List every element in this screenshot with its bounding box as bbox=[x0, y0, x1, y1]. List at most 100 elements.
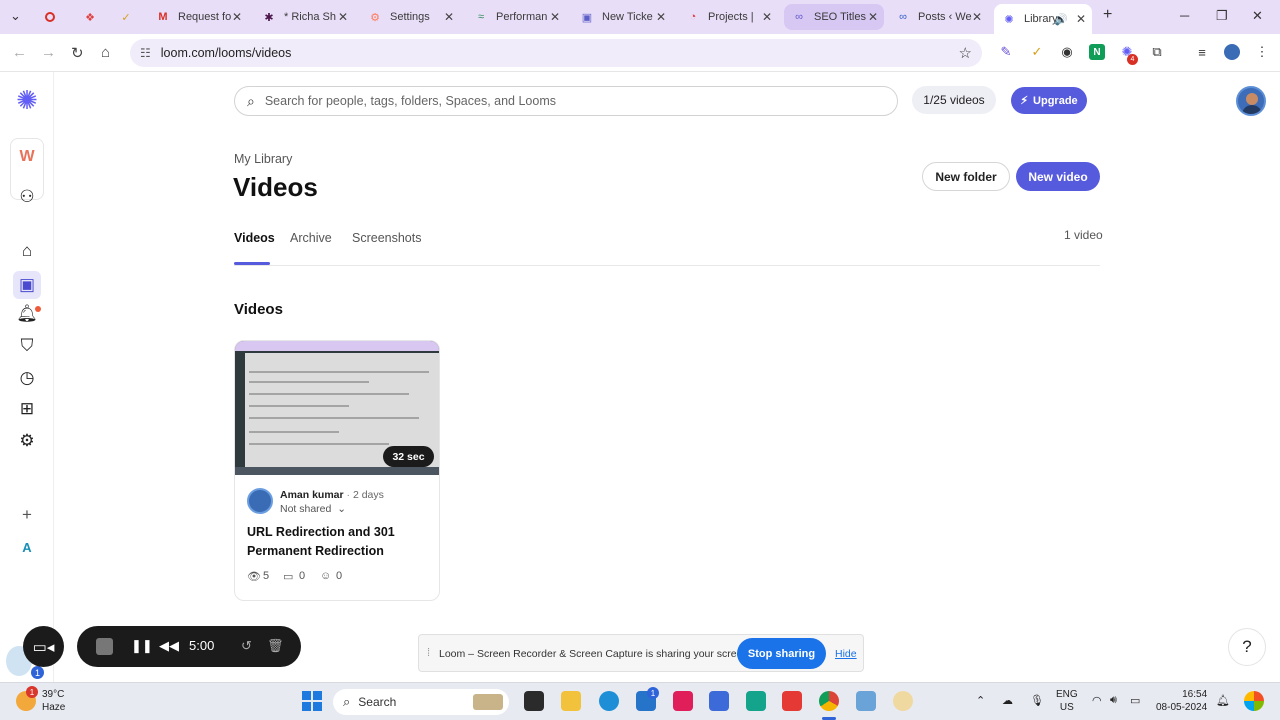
author-name[interactable]: Aman kumar bbox=[280, 489, 344, 501]
copilot-icon[interactable] bbox=[1244, 691, 1264, 711]
anydesk-icon[interactable] bbox=[782, 691, 802, 711]
camera-toggle-button[interactable]: ▭◂ bbox=[23, 626, 64, 667]
bookmark-icon[interactable]: ⛉ bbox=[15, 334, 39, 358]
pen-extension-icon[interactable]: ✎ bbox=[998, 44, 1014, 60]
start-windows-icon[interactable] bbox=[302, 691, 322, 711]
home-icon[interactable]: ⌂ bbox=[101, 44, 110, 61]
reading-list-icon[interactable]: ≡ bbox=[1194, 44, 1210, 60]
profile-avatar-icon[interactable] bbox=[1224, 44, 1240, 60]
close-icon[interactable]: ✕ bbox=[232, 10, 242, 24]
tab-seo-titles[interactable]: ∞ SEO Titles ✕ bbox=[784, 4, 884, 30]
notepad-icon[interactable] bbox=[709, 691, 729, 711]
forward-icon[interactable]: → bbox=[41, 44, 56, 61]
close-icon[interactable]: ✕ bbox=[338, 10, 348, 24]
onedrive-icon[interactable]: ☁ bbox=[1002, 694, 1013, 707]
stop-recording-button[interactable] bbox=[96, 638, 113, 655]
weather-widget[interactable]: 39°C Haze bbox=[42, 688, 65, 714]
speaker-icon[interactable]: 🔊 bbox=[1054, 13, 1068, 26]
settings-gear-icon[interactable]: ⚙ bbox=[15, 429, 39, 453]
timer-app-icon[interactable] bbox=[893, 691, 913, 711]
restore-icon[interactable]: ❐ bbox=[1216, 8, 1228, 24]
breadcrumb[interactable]: My Library bbox=[234, 152, 292, 166]
tab-pinned-2[interactable]: ❖ bbox=[76, 4, 104, 30]
help-button[interactable]: ? bbox=[1228, 628, 1266, 666]
tab-pinned-3[interactable]: ✓ bbox=[112, 4, 140, 30]
library-icon[interactable]: ▣ bbox=[13, 271, 41, 299]
members-icon[interactable]: ⚇ bbox=[15, 185, 39, 209]
pause-icon[interactable]: ❚❚ bbox=[131, 638, 153, 654]
close-icon[interactable]: ✕ bbox=[550, 10, 560, 24]
gift-icon[interactable]: ⊞ bbox=[15, 397, 39, 421]
tab-videos[interactable]: Videos bbox=[234, 231, 275, 245]
tab-archive[interactable]: Archive bbox=[290, 231, 332, 245]
home-icon[interactable]: ⌂ bbox=[15, 239, 39, 263]
sigma-app-icon[interactable] bbox=[746, 691, 766, 711]
history-clock-icon[interactable]: ◷ bbox=[15, 366, 39, 390]
volume-icon[interactable]: 🔊︎ bbox=[1110, 694, 1117, 707]
back-icon[interactable]: ← bbox=[12, 44, 27, 61]
tray-chevron-icon[interactable]: ⌃ bbox=[976, 694, 985, 707]
video-card[interactable] bbox=[234, 340, 440, 601]
search-input[interactable]: ⌕ Search for people, tags, folders, Spac… bbox=[234, 86, 898, 116]
site-info-icon[interactable]: ☷ bbox=[140, 46, 151, 60]
tab-screenshots[interactable]: Screenshots bbox=[352, 231, 421, 245]
menu-kebab-icon[interactable]: ⋮ bbox=[1254, 44, 1270, 60]
chart-app-icon[interactable] bbox=[856, 691, 876, 711]
tab-slack[interactable]: ✱ * Richa Sh ✕ bbox=[254, 4, 354, 30]
edge-icon[interactable] bbox=[599, 691, 619, 711]
system-clock[interactable]: 16:54 08-05-2024 bbox=[1156, 688, 1207, 714]
file-explorer-icon[interactable] bbox=[561, 691, 581, 711]
extensions-puzzle-icon[interactable]: ⧉ bbox=[1149, 44, 1165, 60]
tab-projects[interactable]: ◔ Projects | ✕ bbox=[678, 4, 778, 30]
bookmark-star-icon[interactable]: ☆ bbox=[959, 44, 972, 62]
loom-logo-icon[interactable]: ✺ bbox=[15, 85, 39, 115]
tab-search-icon[interactable]: ⌄ bbox=[10, 8, 21, 24]
video-title[interactable]: URL Redirection and 301 Permanent Redire… bbox=[247, 523, 427, 561]
tab-gmail[interactable]: M Request fo ✕ bbox=[148, 4, 248, 30]
drag-handle-icon[interactable]: ⁞ bbox=[427, 647, 430, 659]
close-icon[interactable]: ✕ bbox=[1076, 12, 1086, 26]
chrome-icon[interactable] bbox=[819, 691, 839, 711]
tab-library[interactable]: ✺ Library 🔊 ✕ bbox=[994, 4, 1092, 34]
close-icon[interactable]: ✕ bbox=[868, 10, 878, 24]
reload-icon[interactable]: ↻ bbox=[71, 44, 84, 62]
window-close-icon[interactable]: ✕ bbox=[1252, 8, 1263, 24]
restart-icon[interactable]: ↺ bbox=[241, 638, 252, 654]
hide-link[interactable]: Hide bbox=[835, 648, 857, 660]
slack-app-icon[interactable] bbox=[673, 691, 693, 711]
new-tab-icon[interactable]: + bbox=[1103, 6, 1112, 24]
tab-pinned-1[interactable] bbox=[36, 4, 64, 30]
rewind-icon[interactable]: ◀◀ bbox=[159, 638, 179, 654]
address-bar[interactable]: ☷ loom.com/looms/videos ☆ bbox=[130, 39, 982, 67]
workspace-avatar[interactable]: W bbox=[15, 145, 39, 169]
close-icon[interactable]: ✕ bbox=[762, 10, 772, 24]
trash-icon[interactable]: 🗑︎ bbox=[267, 638, 284, 654]
check-extension-icon[interactable]: ✓ bbox=[1029, 44, 1045, 60]
language-indicator[interactable]: ENG US bbox=[1056, 688, 1078, 714]
tab-new-ticket[interactable]: ▣ New Ticke ✕ bbox=[572, 4, 672, 30]
new-folder-button[interactable]: New folder bbox=[922, 162, 1010, 191]
workspace-a-avatar[interactable]: A bbox=[15, 535, 39, 559]
capture-extension-icon[interactable]: ◉ bbox=[1059, 44, 1075, 60]
tab-posts[interactable]: ∞ Posts ‹ We ✕ bbox=[888, 4, 988, 30]
sharing-dropdown[interactable]: Not shared ⌄ bbox=[280, 503, 346, 515]
user-avatar[interactable] bbox=[1236, 86, 1266, 116]
new-video-button[interactable]: New video bbox=[1016, 162, 1100, 191]
close-icon[interactable]: ✕ bbox=[656, 10, 666, 24]
wifi-icon[interactable]: ◠ bbox=[1092, 694, 1102, 707]
add-workspace-icon[interactable]: + bbox=[15, 503, 39, 527]
tab-settings[interactable]: ⚙ Settings ✕ bbox=[360, 4, 460, 30]
minimize-icon[interactable]: ─ bbox=[1180, 8, 1189, 23]
battery-icon[interactable]: ▭ bbox=[1130, 694, 1140, 707]
notifications-icon[interactable]: 🔔︎ bbox=[1216, 694, 1230, 707]
task-view-icon[interactable] bbox=[524, 691, 544, 711]
video-quota-badge[interactable]: 1/25 videos bbox=[912, 86, 996, 114]
upgrade-button[interactable]: ⚡︎ Upgrade bbox=[1011, 87, 1087, 114]
close-icon[interactable]: ✕ bbox=[972, 10, 982, 24]
stop-sharing-button[interactable]: Stop sharing bbox=[737, 638, 826, 669]
tab-performance[interactable]: ≈ Performan ✕ bbox=[466, 4, 566, 30]
close-icon[interactable]: ✕ bbox=[444, 10, 454, 24]
microphone-icon[interactable]: 🎙︎ bbox=[1030, 694, 1044, 707]
taskbar-search[interactable]: ⌕ Search bbox=[333, 689, 509, 715]
n-extension-icon[interactable]: N bbox=[1089, 44, 1105, 60]
